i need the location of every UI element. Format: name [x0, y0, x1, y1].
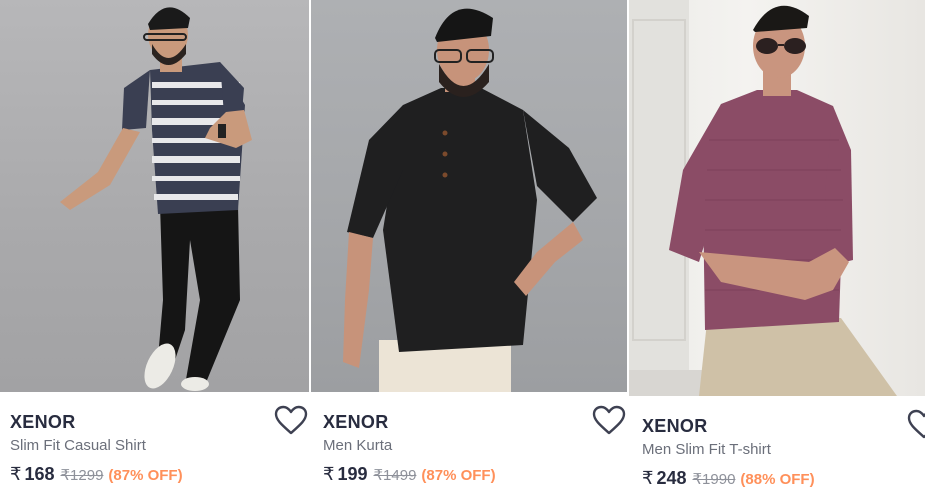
currency-symbol: ₹	[642, 468, 654, 488]
product-card[interactable]: XENOR Men Kurta ₹199 ₹1499 (87% OFF)	[311, 0, 627, 489]
wishlist-heart-icon[interactable]	[274, 405, 308, 435]
selling-price: 168	[24, 464, 55, 484]
product-image[interactable]	[311, 0, 627, 392]
currency-symbol: ₹	[323, 464, 335, 484]
original-price: ₹1990	[692, 471, 736, 488]
model-kurta-photo	[343, 8, 597, 392]
product-card[interactable]: XENOR Men Slim Fit T-shirt ₹248 ₹1990 (88%…	[629, 0, 925, 489]
product-info: XENOR Men Slim Fit T-shirt ₹248 ₹1990 (88%…	[629, 414, 925, 489]
wishlist-heart-icon[interactable]	[592, 405, 626, 435]
model-casual-shirt-photo	[60, 7, 252, 391]
product-brand: XENOR	[642, 416, 708, 436]
price-row: ₹199 ₹1499 (87% OFF)	[323, 462, 627, 486]
product-info: XENOR Men Kurta ₹199 ₹1499 (87% OFF)	[311, 410, 627, 486]
product-title: Men Kurta	[323, 437, 393, 454]
original-price: ₹1499	[373, 467, 417, 484]
product-title: Men Slim Fit T-shirt	[642, 441, 771, 458]
product-image[interactable]	[0, 0, 309, 392]
original-price: ₹1299	[60, 467, 104, 484]
product-brand: XENOR	[323, 412, 389, 432]
discount-badge: (88% OFF)	[740, 471, 815, 488]
product-card[interactable]: XENOR Slim Fit Casual Shirt ₹168 ₹1299 (87…	[0, 0, 309, 489]
selling-price: 199	[337, 464, 368, 484]
currency-symbol: ₹	[10, 464, 22, 484]
discount-badge: (87% OFF)	[421, 467, 496, 484]
product-title: Slim Fit Casual Shirt	[10, 437, 146, 454]
model-tshirt-photo	[629, 0, 897, 396]
product-info: XENOR Slim Fit Casual Shirt ₹168 ₹1299 (87…	[0, 410, 309, 486]
selling-price: 248	[656, 468, 687, 488]
price-row: ₹248 ₹1990 (88% OFF)	[642, 466, 925, 489]
discount-badge: (87% OFF)	[108, 467, 183, 484]
product-grid: XENOR Slim Fit Casual Shirt ₹168 ₹1299 (87…	[0, 0, 925, 489]
price-row: ₹168 ₹1299 (87% OFF)	[10, 462, 309, 486]
product-brand: XENOR	[10, 412, 76, 432]
wishlist-heart-icon[interactable]	[907, 409, 925, 439]
product-image[interactable]	[629, 0, 925, 396]
